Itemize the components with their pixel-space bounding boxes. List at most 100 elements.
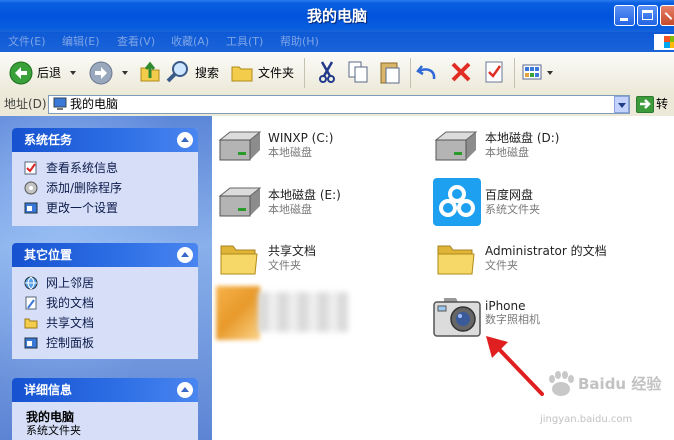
place-label: 控制面板 — [46, 336, 95, 350]
collapse-icon[interactable] — [177, 132, 193, 148]
go-label[interactable]: 转 — [656, 97, 668, 111]
close-button[interactable] — [660, 5, 674, 26]
forward-dropdown-icon[interactable] — [122, 71, 128, 75]
menu-edit[interactable]: 编辑(E) — [62, 32, 100, 52]
go-button[interactable] — [636, 96, 654, 113]
hard-drive-icon — [434, 131, 478, 161]
baidu-netdisk-item[interactable]: 百度网盘 系统文件夹 — [430, 176, 630, 230]
maximize-button[interactable] — [637, 5, 658, 26]
paste-icon[interactable] — [378, 59, 402, 85]
blurred-label — [258, 292, 348, 332]
item-type: 文件夹 — [485, 259, 518, 272]
other-places-panel: 其它位置 网上邻居 我的文档 共享文档 控制面板 — [12, 243, 198, 359]
folders-button[interactable]: 文件夹 — [258, 66, 294, 80]
item-type: 本地磁盘 — [268, 146, 312, 159]
watermark-text: Baidu 经验 — [578, 375, 662, 393]
window-title: 我的电脑 — [306, 7, 367, 25]
control-panel-icon — [24, 202, 38, 214]
folder-icon — [220, 245, 258, 275]
item-name: 本地磁盘 (D:) — [485, 131, 560, 145]
back-arrow-icon[interactable] — [8, 60, 36, 86]
control-panel-icon — [24, 337, 38, 349]
drive-c-item[interactable]: WINXP (C:) 本地磁盘 — [214, 126, 414, 166]
menu-favorites[interactable]: 收藏(A) — [171, 32, 209, 52]
place-label: 我的文档 — [46, 296, 95, 310]
folders-icon[interactable] — [230, 60, 254, 84]
item-type: 数字照相机 — [485, 313, 540, 326]
windows-logo-icon — [654, 34, 674, 50]
menu-view[interactable]: 查看(V) — [117, 32, 155, 52]
blurred-item[interactable] — [214, 284, 354, 342]
undo-icon[interactable] — [416, 62, 438, 82]
watermark-url: jingyan.baidu.com — [540, 414, 633, 425]
menu-help[interactable]: 帮助(H) — [280, 32, 319, 52]
other-places-title[interactable]: 其它位置 — [24, 248, 72, 262]
menu-file[interactable]: 文件(E) — [8, 32, 46, 52]
blurred-icon — [216, 286, 260, 340]
menu-tools[interactable]: 工具(T) — [226, 32, 263, 52]
search-icon[interactable] — [165, 59, 191, 85]
toolbar-divider — [410, 58, 411, 88]
panel-header[interactable]: 其它位置 — [12, 243, 198, 267]
panel-header[interactable]: 详细信息 — [12, 378, 198, 402]
administrator-documents-item[interactable]: Administrator 的文档 文件夹 — [430, 238, 660, 280]
details-type: 系统文件夹 — [26, 424, 81, 437]
item-name: iPhone — [485, 299, 526, 313]
properties-icon[interactable] — [483, 59, 505, 85]
forward-arrow-icon[interactable] — [88, 60, 116, 86]
details-name: 我的电脑 — [26, 410, 75, 424]
panel-body: 网上邻居 我的文档 共享文档 控制面板 — [12, 267, 198, 359]
collapse-icon[interactable] — [177, 382, 193, 398]
item-type: 系统文件夹 — [485, 203, 540, 216]
up-folder-icon[interactable] — [138, 60, 162, 84]
search-button[interactable]: 搜索 — [195, 66, 219, 80]
collapse-icon[interactable] — [177, 247, 193, 263]
item-name: 共享文档 — [268, 244, 317, 258]
baidu-watermark: Baidu 经验 jingyan.baidu.com — [538, 364, 674, 440]
place-label: 网上邻居 — [46, 276, 95, 290]
back-dropdown-icon[interactable] — [70, 71, 76, 75]
address-field[interactable] — [48, 95, 630, 114]
item-name: Administrator 的文档 — [485, 244, 607, 258]
chevron-down-icon — [618, 103, 626, 108]
panel-body: 查看系统信息 添加/删除程序 更改一个设置 — [12, 152, 198, 226]
views-dropdown-icon[interactable] — [547, 71, 553, 75]
shared-documents-item[interactable]: 共享文档 文件夹 — [214, 238, 414, 280]
copy-icon[interactable] — [347, 60, 369, 84]
camera-icon — [433, 298, 481, 337]
toolbar-divider — [304, 58, 305, 88]
cut-icon[interactable] — [316, 60, 338, 84]
place-label: 共享文档 — [46, 316, 95, 330]
system-info-icon — [24, 161, 37, 175]
toolbar-divider — [514, 58, 515, 88]
hard-drive-icon — [218, 187, 262, 217]
panel-body: 我的电脑 系统文件夹 — [12, 402, 198, 440]
baidu-paw-icon — [549, 371, 574, 396]
computer-icon — [53, 97, 67, 110]
address-value[interactable]: 我的电脑 — [70, 97, 118, 111]
item-name: 百度网盘 — [485, 188, 534, 202]
back-button[interactable]: 后退 — [37, 66, 61, 80]
panel-header[interactable]: 系统任务 — [12, 128, 198, 152]
menu-bar — [0, 32, 674, 52]
drive-d-item[interactable]: 本地磁盘 (D:) 本地磁盘 — [430, 126, 630, 166]
item-type: 本地磁盘 — [268, 203, 312, 216]
views-icon[interactable] — [521, 62, 543, 82]
add-remove-programs-icon — [24, 181, 38, 195]
go-arrow-icon — [640, 99, 651, 109]
folder-icon — [24, 318, 38, 329]
details-panel: 详细信息 我的电脑 系统文件夹 — [12, 378, 198, 440]
system-tasks-title[interactable]: 系统任务 — [24, 133, 72, 147]
system-tasks-panel: 系统任务 查看系统信息 添加/删除程序 更改一个设置 — [12, 128, 198, 226]
network-globe-icon — [24, 276, 38, 290]
details-title[interactable]: 详细信息 — [24, 383, 72, 397]
minimize-button[interactable] — [614, 5, 635, 26]
item-type: 文件夹 — [268, 259, 301, 272]
task-label: 更改一个设置 — [46, 201, 119, 215]
my-documents-icon — [25, 296, 37, 310]
delete-icon[interactable] — [450, 61, 472, 83]
task-label: 查看系统信息 — [46, 161, 119, 175]
address-dropdown-button[interactable] — [614, 96, 629, 113]
drive-e-item[interactable]: 本地磁盘 (E:) 本地磁盘 — [214, 182, 414, 222]
baidu-cloud-icon — [433, 178, 481, 226]
